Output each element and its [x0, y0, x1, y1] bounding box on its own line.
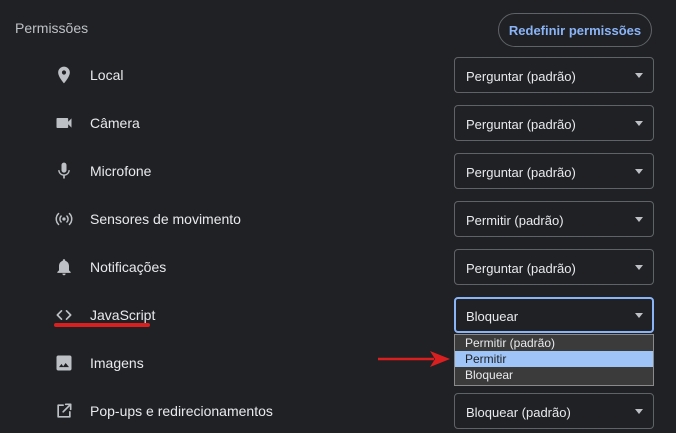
annotation-arrow-icon	[378, 351, 450, 367]
permission-label: Câmera	[90, 115, 140, 131]
permission-label: Imagens	[90, 355, 144, 371]
select-value: Bloquear	[466, 309, 519, 324]
select-value: Perguntar (padrão)	[466, 117, 576, 132]
javascript-select[interactable]: Bloquear	[454, 297, 654, 333]
microphone-select[interactable]: Perguntar (padrão)	[454, 153, 654, 189]
select-value: Permitir (padrão)	[466, 213, 564, 228]
popups-select[interactable]: Bloquear (padrão)	[454, 393, 654, 429]
dropdown-option-allow-default[interactable]: Permitir (padrão)	[455, 335, 653, 351]
dropdown-option-block[interactable]: Bloquear	[455, 367, 653, 383]
location-select[interactable]: Perguntar (padrão)	[454, 57, 654, 93]
image-icon	[54, 353, 74, 373]
select-value: Perguntar (padrão)	[466, 261, 576, 276]
select-value: Perguntar (padrão)	[466, 165, 576, 180]
permission-row-camera: Câmera Perguntar (padrão)	[0, 99, 676, 147]
permission-row-motion-sensors: Sensores de movimento Permitir (padrão)	[0, 195, 676, 243]
microphone-icon	[54, 161, 74, 181]
annotation-underline	[54, 323, 150, 327]
javascript-dropdown-menu: Permitir (padrão) Permitir Bloquear	[454, 334, 654, 386]
chevron-down-icon	[635, 265, 643, 270]
permission-label: JavaScript	[90, 307, 156, 323]
notifications-select[interactable]: Perguntar (padrão)	[454, 249, 654, 285]
permission-row-location: Local Perguntar (padrão)	[0, 51, 676, 99]
permission-label: Sensores de movimento	[90, 211, 241, 227]
popup-open-icon	[54, 401, 74, 421]
motion-sensors-select[interactable]: Permitir (padrão)	[454, 201, 654, 237]
bell-icon	[54, 257, 74, 277]
reset-permissions-button[interactable]: Redefinir permissões	[498, 13, 652, 47]
site-settings-permissions: Permissões Redefinir permissões Local Pe…	[0, 0, 676, 433]
select-value: Bloquear (padrão)	[466, 405, 571, 420]
chevron-down-icon	[635, 313, 643, 318]
chevron-down-icon	[635, 121, 643, 126]
chevron-down-icon	[635, 409, 643, 414]
permission-row-microphone: Microfone Perguntar (padrão)	[0, 147, 676, 195]
chevron-down-icon	[635, 73, 643, 78]
permission-label: Pop-ups e redirecionamentos	[90, 403, 273, 419]
permission-row-popups: Pop-ups e redirecionamentos Bloquear (pa…	[0, 387, 676, 433]
permission-label: Microfone	[90, 163, 152, 179]
permission-label: Local	[90, 67, 124, 83]
code-brackets-icon	[54, 305, 74, 325]
motion-sensor-icon	[54, 209, 74, 229]
permission-row-javascript: JavaScript Bloquear	[0, 291, 676, 339]
select-value: Perguntar (padrão)	[466, 69, 576, 84]
location-pin-icon	[54, 65, 74, 85]
chevron-down-icon	[635, 217, 643, 222]
camera-select[interactable]: Perguntar (padrão)	[454, 105, 654, 141]
dropdown-option-allow[interactable]: Permitir	[455, 351, 653, 367]
camera-icon	[54, 113, 74, 133]
chevron-down-icon	[635, 169, 643, 174]
section-title: Permissões	[15, 20, 89, 36]
permission-row-notifications: Notificações Perguntar (padrão)	[0, 243, 676, 291]
permission-label: Notificações	[90, 259, 167, 275]
